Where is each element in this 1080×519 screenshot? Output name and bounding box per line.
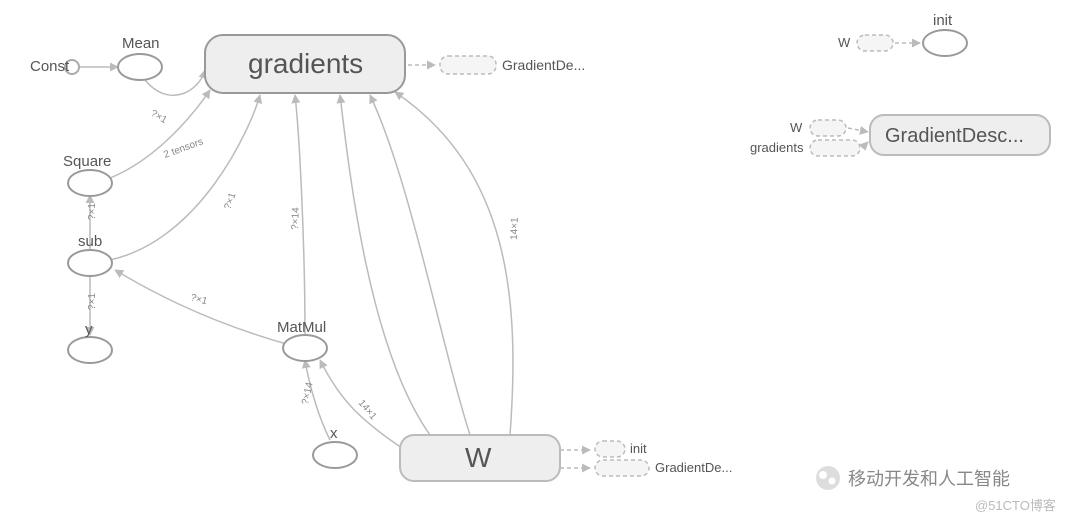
node-matmul[interactable] (283, 335, 327, 361)
label-const: Const (30, 58, 70, 75)
edgelabel-w-matmul: 14×1 (356, 398, 379, 423)
mini-pill-gradients[interactable] (810, 140, 860, 156)
edgelabel-x-matmul: ?×14 (300, 381, 316, 406)
label-gradients: gradients (248, 48, 363, 79)
pill-gradientde-top[interactable] (440, 56, 496, 74)
label-mean: Mean (122, 35, 160, 52)
label-w: W (465, 442, 492, 473)
mini-edge-w-gd (848, 128, 868, 132)
edgelabel-sub-y: ?×1 (87, 293, 98, 310)
node-y[interactable] (68, 337, 112, 363)
edge-w-gradients-a (340, 95, 430, 435)
label-square: Square (63, 153, 111, 170)
label-sub: sub (78, 233, 102, 250)
node-square[interactable] (68, 170, 112, 196)
label-matmul: MatMul (277, 319, 326, 336)
pill-init-right[interactable] (595, 441, 625, 457)
node-sub[interactable] (68, 250, 112, 276)
edgelabel-square-grad: 2 tensors (162, 136, 204, 160)
label-x: x (330, 425, 338, 442)
mini-label-w1: W (838, 35, 851, 50)
edge-square-gradients (105, 90, 210, 180)
pill-gradientde-right[interactable] (595, 460, 649, 476)
edge-matmul-sub (115, 270, 290, 345)
edgelabel-sub-square: ?×1 (87, 203, 98, 220)
edgelabel-mean-grad: ?×1 (149, 108, 170, 126)
watermark-line1: 移动开发和人工智能 (848, 469, 1010, 489)
edge-w-gradients-c (395, 92, 513, 435)
mini-pill-w1[interactable] (857, 35, 893, 51)
edgelabel-matmul-sub: ?×1 (189, 292, 209, 307)
edge-sub-gradients (110, 95, 260, 260)
label-init-right: init (630, 441, 647, 456)
node-x[interactable] (313, 442, 357, 468)
mini-node-init[interactable] (923, 30, 967, 56)
mini-edge-grad-gd (862, 142, 868, 148)
mini-label-gd: GradientDesc... (885, 125, 1024, 147)
edgelabel-matmul-grad: ?×14 (290, 207, 302, 230)
edgelabel-w-grad: 14×1 (509, 217, 521, 240)
edge-w-gradients-b (370, 95, 470, 435)
mini-pill-w2[interactable] (810, 120, 846, 136)
mini-label-init: init (933, 12, 953, 29)
label-gradientde-right: GradientDe... (655, 460, 732, 475)
node-mean[interactable] (118, 54, 162, 80)
label-gradientde-top: GradientDe... (502, 57, 585, 73)
wechat-icon (816, 466, 840, 490)
edgelabel-sub-grad: ?×1 (222, 191, 238, 211)
mini-label-w2: W (790, 120, 803, 135)
watermark-line2: @51CTO博客 (975, 498, 1056, 513)
label-y: y (85, 321, 93, 338)
mini-label-gradients: gradients (750, 140, 804, 155)
